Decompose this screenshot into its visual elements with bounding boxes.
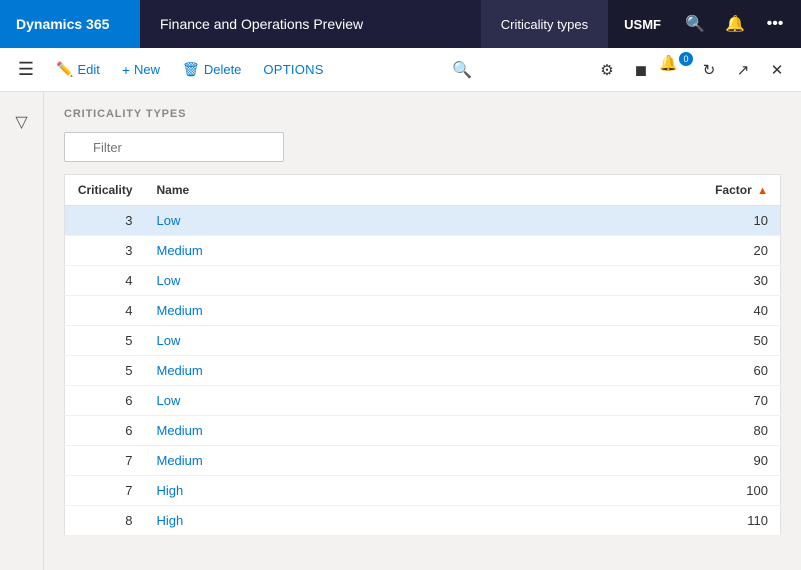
cell-name: Medium — [145, 296, 701, 326]
options-label: OPTIONS — [263, 62, 323, 77]
content-area: CRITICALITY TYPES 🔍 Criticality Name Fac… — [44, 92, 801, 570]
table-row[interactable]: 3Medium20 — [65, 236, 781, 266]
notification-count: 0 — [679, 52, 693, 66]
table-row[interactable]: 7Medium90 — [65, 446, 781, 476]
cell-name: Medium — [145, 446, 701, 476]
cell-criticality: 6 — [65, 386, 145, 416]
table-row[interactable]: 4Medium40 — [65, 296, 781, 326]
expand-icon[interactable]: ↗ — [727, 54, 759, 86]
cell-name: Medium — [145, 356, 701, 386]
table-body: 3Low103Medium204Low304Medium405Low505Med… — [65, 206, 781, 536]
refresh-icon[interactable]: ↻ — [693, 54, 725, 86]
filter-bar: 🔍 — [64, 132, 781, 162]
company-label: USMF — [624, 17, 661, 32]
cell-factor: 90 — [701, 446, 781, 476]
cell-criticality: 3 — [65, 236, 145, 266]
search-nav-icon[interactable]: 🔍 — [677, 6, 713, 42]
table-row[interactable]: 3Low10 — [65, 206, 781, 236]
cell-criticality: 4 — [65, 296, 145, 326]
new-button[interactable]: + New — [112, 54, 170, 86]
brand-label: Dynamics 365 — [16, 16, 109, 32]
filter-sidebar-icon[interactable]: ▽ — [4, 104, 40, 140]
toolbar-right-icons: ⚙ ◼ 🔔 0 ↻ ↗ ✕ — [591, 54, 793, 86]
cell-name: Medium — [145, 416, 701, 446]
table-row[interactable]: 5Low50 — [65, 326, 781, 356]
cell-factor: 60 — [701, 356, 781, 386]
toolbar: ☰ ✏️ Edit + New 🗑 Delete OPTIONS 🔍 ⚙ ◼ 🔔… — [0, 48, 801, 92]
cell-factor: 80 — [701, 416, 781, 446]
sort-icon: ▲ — [757, 185, 768, 197]
page-title: Criticality types — [481, 0, 608, 48]
sidebar: ▽ — [0, 92, 44, 570]
cell-factor: 40 — [701, 296, 781, 326]
cell-criticality: 8 — [65, 506, 145, 536]
app-title: Finance and Operations Preview — [140, 0, 481, 48]
cell-criticality: 3 — [65, 206, 145, 236]
cell-factor: 30 — [701, 266, 781, 296]
company-code: USMF — [608, 0, 677, 48]
top-nav: Dynamics 365 Finance and Operations Prev… — [0, 0, 801, 48]
table-row[interactable]: 6Medium80 — [65, 416, 781, 446]
app-title-label: Finance and Operations Preview — [160, 16, 363, 32]
office-icon[interactable]: ◼ — [625, 54, 657, 86]
cell-name: Low — [145, 266, 701, 296]
table-header: Criticality Name Factor ▲ — [65, 175, 781, 206]
table-row[interactable]: 5Medium60 — [65, 356, 781, 386]
table-row[interactable]: 6Low70 — [65, 386, 781, 416]
col-factor[interactable]: Factor ▲ — [701, 175, 781, 206]
delete-label: Delete — [204, 62, 242, 77]
notification-badge-icon[interactable]: 🔔 0 — [659, 54, 691, 86]
toolbar-search-icon[interactable]: 🔍 — [444, 56, 480, 84]
section-title: CRITICALITY TYPES — [64, 108, 781, 120]
cell-criticality: 5 — [65, 326, 145, 356]
close-icon[interactable]: ✕ — [761, 54, 793, 86]
criticality-table: Criticality Name Factor ▲ 3Low103Medium2… — [64, 174, 781, 536]
cell-criticality: 7 — [65, 446, 145, 476]
filter-wrapper: 🔍 — [64, 132, 284, 162]
cell-factor: 110 — [701, 506, 781, 536]
edit-button[interactable]: ✏️ Edit — [46, 54, 110, 86]
options-button[interactable]: OPTIONS — [253, 58, 333, 81]
col-name[interactable]: Name — [145, 175, 701, 206]
table-row[interactable]: 8High110 — [65, 506, 781, 536]
main-layout: ▽ CRITICALITY TYPES 🔍 Criticality Name F… — [0, 92, 801, 570]
cell-name: Low — [145, 206, 701, 236]
delete-icon: 🗑 — [182, 61, 200, 78]
cell-name: Low — [145, 326, 701, 356]
delete-button[interactable]: 🗑 Delete — [172, 54, 251, 86]
settings-icon[interactable]: ⚙ — [591, 54, 623, 86]
cell-factor: 50 — [701, 326, 781, 356]
more-nav-icon[interactable]: ••• — [757, 6, 793, 42]
cell-criticality: 6 — [65, 416, 145, 446]
page-title-label: Criticality types — [501, 17, 588, 32]
col-criticality[interactable]: Criticality — [65, 175, 145, 206]
cell-name: High — [145, 476, 701, 506]
cell-name: Low — [145, 386, 701, 416]
cell-factor: 100 — [701, 476, 781, 506]
cell-factor: 20 — [701, 236, 781, 266]
cell-factor: 10 — [701, 206, 781, 236]
hamburger-menu[interactable]: ☰ — [8, 52, 44, 88]
new-icon: + — [122, 62, 130, 78]
brand[interactable]: Dynamics 365 — [0, 0, 140, 48]
notifications-icon[interactable]: 🔔 — [717, 6, 753, 42]
edit-label: Edit — [77, 62, 99, 77]
cell-criticality: 4 — [65, 266, 145, 296]
table-row[interactable]: 4Low30 — [65, 266, 781, 296]
filter-input[interactable] — [64, 132, 284, 162]
cell-name: High — [145, 506, 701, 536]
cell-factor: 70 — [701, 386, 781, 416]
edit-icon: ✏️ — [56, 61, 73, 78]
new-label: New — [134, 62, 160, 77]
cell-name: Medium — [145, 236, 701, 266]
table-row[interactable]: 7High100 — [65, 476, 781, 506]
cell-criticality: 5 — [65, 356, 145, 386]
nav-icons: 🔍 🔔 ••• — [677, 6, 801, 42]
cell-criticality: 7 — [65, 476, 145, 506]
